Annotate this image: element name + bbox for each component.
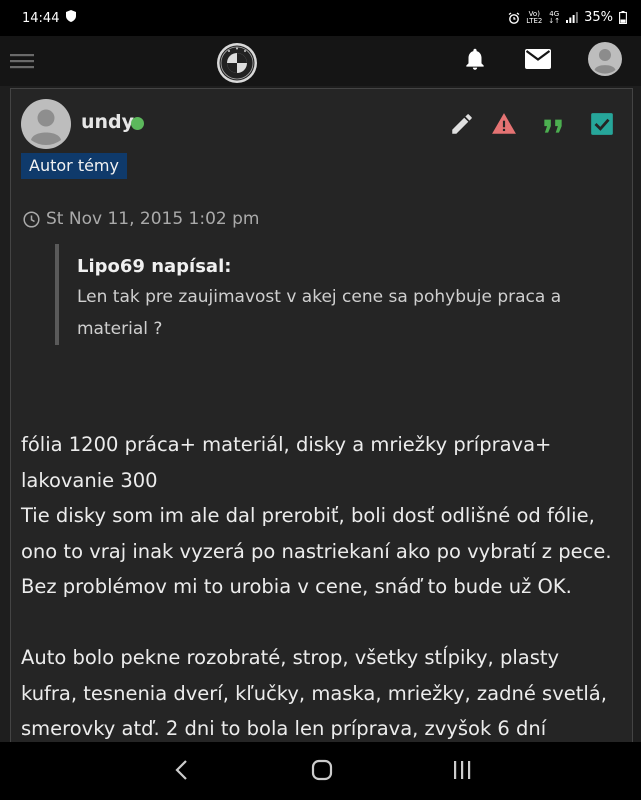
back-icon[interactable] — [172, 758, 192, 782]
home-icon[interactable] — [311, 759, 333, 781]
alarm-icon — [508, 11, 520, 24]
post-paragraph: Tie disky som im ale dal prerobiť, boli … — [21, 504, 612, 598]
status-time: 14:44 — [22, 11, 60, 26]
quote-author: Lipo69 napísal: — [77, 256, 232, 277]
signal-icon — [566, 12, 578, 23]
checkbox-icon[interactable] — [589, 111, 615, 137]
forum-post: undy Autor témy St Nov 11, 2015 1:02 pm … — [10, 88, 633, 749]
forum-header — [0, 36, 641, 86]
post-paragraph: Auto bolo pekne rozobraté, strop, všetky… — [21, 646, 607, 740]
status-right: Vo) LTE2 4G ↓↑ 35% — [508, 10, 627, 25]
navigation-bar — [0, 742, 641, 800]
mail-icon[interactable] — [524, 48, 552, 70]
recent-apps-icon[interactable] — [451, 759, 473, 781]
post-date: St Nov 11, 2015 1:02 pm — [46, 209, 260, 229]
clock-icon — [23, 210, 40, 228]
status-bar: 14:44 Vo) LTE2 4G ↓↑ 35% — [0, 0, 641, 36]
battery-icon — [619, 11, 627, 24]
online-status-icon — [131, 117, 144, 130]
logo[interactable] — [216, 42, 258, 84]
bell-icon[interactable] — [462, 46, 488, 72]
volte-indicator: Vo) LTE2 — [526, 9, 543, 25]
post-paragraph: fólia 1200 práca+ materiál, disky a mrie… — [21, 433, 552, 492]
role-badge: Autor témy — [21, 153, 127, 179]
author-name[interactable]: undy — [81, 111, 134, 133]
network-indicator: 4G ↓↑ — [548, 9, 561, 25]
post-content: fólia 1200 práca+ materiál, disky a mrie… — [21, 427, 621, 747]
quote-icon[interactable] — [540, 111, 566, 137]
edit-icon[interactable] — [449, 111, 475, 137]
battery-percent: 35% — [584, 10, 613, 25]
author-avatar[interactable] — [21, 99, 71, 149]
user-avatar[interactable] — [588, 42, 622, 76]
warning-icon[interactable] — [491, 111, 517, 137]
post-timestamp: St Nov 11, 2015 1:02 pm — [23, 209, 259, 229]
shield-icon — [66, 10, 76, 22]
quote-block: Lipo69 napísal: Len tak pre zaujimavost … — [55, 244, 632, 345]
menu-icon[interactable] — [10, 52, 34, 70]
quote-text: Len tak pre zaujimavost v akej cene sa p… — [77, 287, 562, 339]
